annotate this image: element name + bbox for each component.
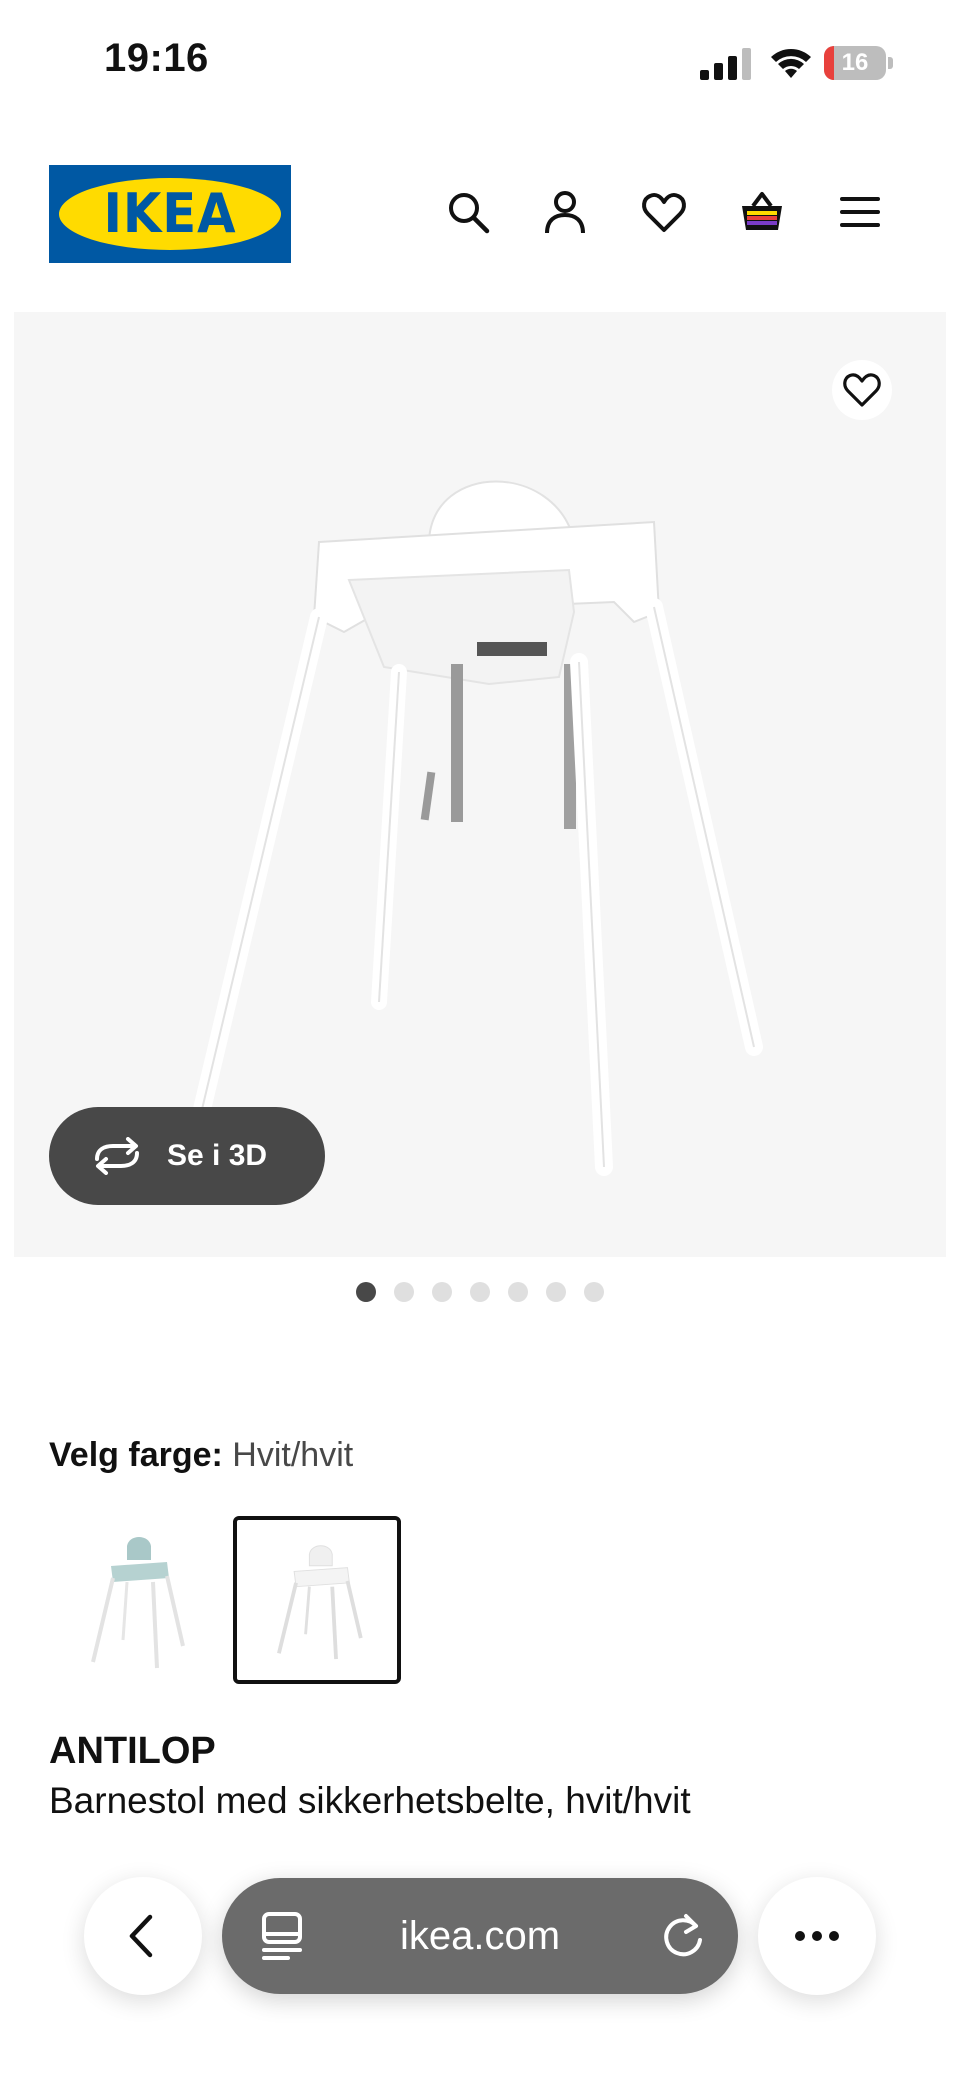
carousel-dot[interactable] <box>470 1282 490 1302</box>
white-chair-swatch <box>277 1545 363 1660</box>
view-in-3d-button[interactable]: Se i 3D <box>49 1107 325 1205</box>
search-icon[interactable] <box>444 188 492 236</box>
more-icon <box>795 1931 839 1941</box>
back-icon <box>129 1914 153 1958</box>
color-label: Velg farge: <box>49 1436 223 1474</box>
view-in-3d-label: Se i 3D <box>167 1139 268 1172</box>
heart-icon[interactable] <box>640 188 688 236</box>
carousel-dot[interactable] <box>546 1282 566 1302</box>
address-bar[interactable]: ikea.com <box>222 1878 738 1994</box>
carousel-dot[interactable] <box>508 1282 528 1302</box>
ikea-logo[interactable]: IKEA <box>49 165 291 263</box>
product-name: ANTILOP <box>49 1730 216 1772</box>
carousel-dot[interactable] <box>432 1282 452 1302</box>
wifi-icon <box>771 49 811 78</box>
rotate-3d-icon <box>95 1137 139 1175</box>
status-time: 19:16 <box>104 36 209 80</box>
image-carousel-indicator <box>0 1282 960 1304</box>
product-description: Barnestol med sikkerhetsbelte, hvit/hvit <box>49 1780 691 1821</box>
carousel-dot[interactable] <box>394 1282 414 1302</box>
color-selector-label: Velg farge: Hvit/hvit <box>49 1436 353 1475</box>
carousel-dot[interactable] <box>356 1282 376 1302</box>
color-option-turquoise[interactable] <box>49 1516 217 1684</box>
battery-indicator: 16 <box>824 46 894 80</box>
turquoise-chair-swatch <box>91 1537 185 1669</box>
browser-back-button[interactable] <box>84 1877 202 1995</box>
cellular-signal-icon <box>700 48 751 80</box>
browser-more-button[interactable] <box>758 1877 876 1995</box>
menu-icon[interactable] <box>836 188 884 236</box>
heart-icon <box>843 373 881 407</box>
logo-text: IKEA <box>103 182 237 245</box>
color-option-white[interactable] <box>233 1516 401 1684</box>
selected-color-value: Hvit/hvit <box>232 1436 354 1474</box>
save-favorite-button[interactable] <box>832 360 892 420</box>
reload-icon[interactable] <box>658 1910 708 1962</box>
account-icon[interactable] <box>541 188 589 236</box>
basket-icon[interactable] <box>738 188 786 236</box>
carousel-dot[interactable] <box>584 1282 604 1302</box>
battery-level: 16 <box>841 49 869 76</box>
